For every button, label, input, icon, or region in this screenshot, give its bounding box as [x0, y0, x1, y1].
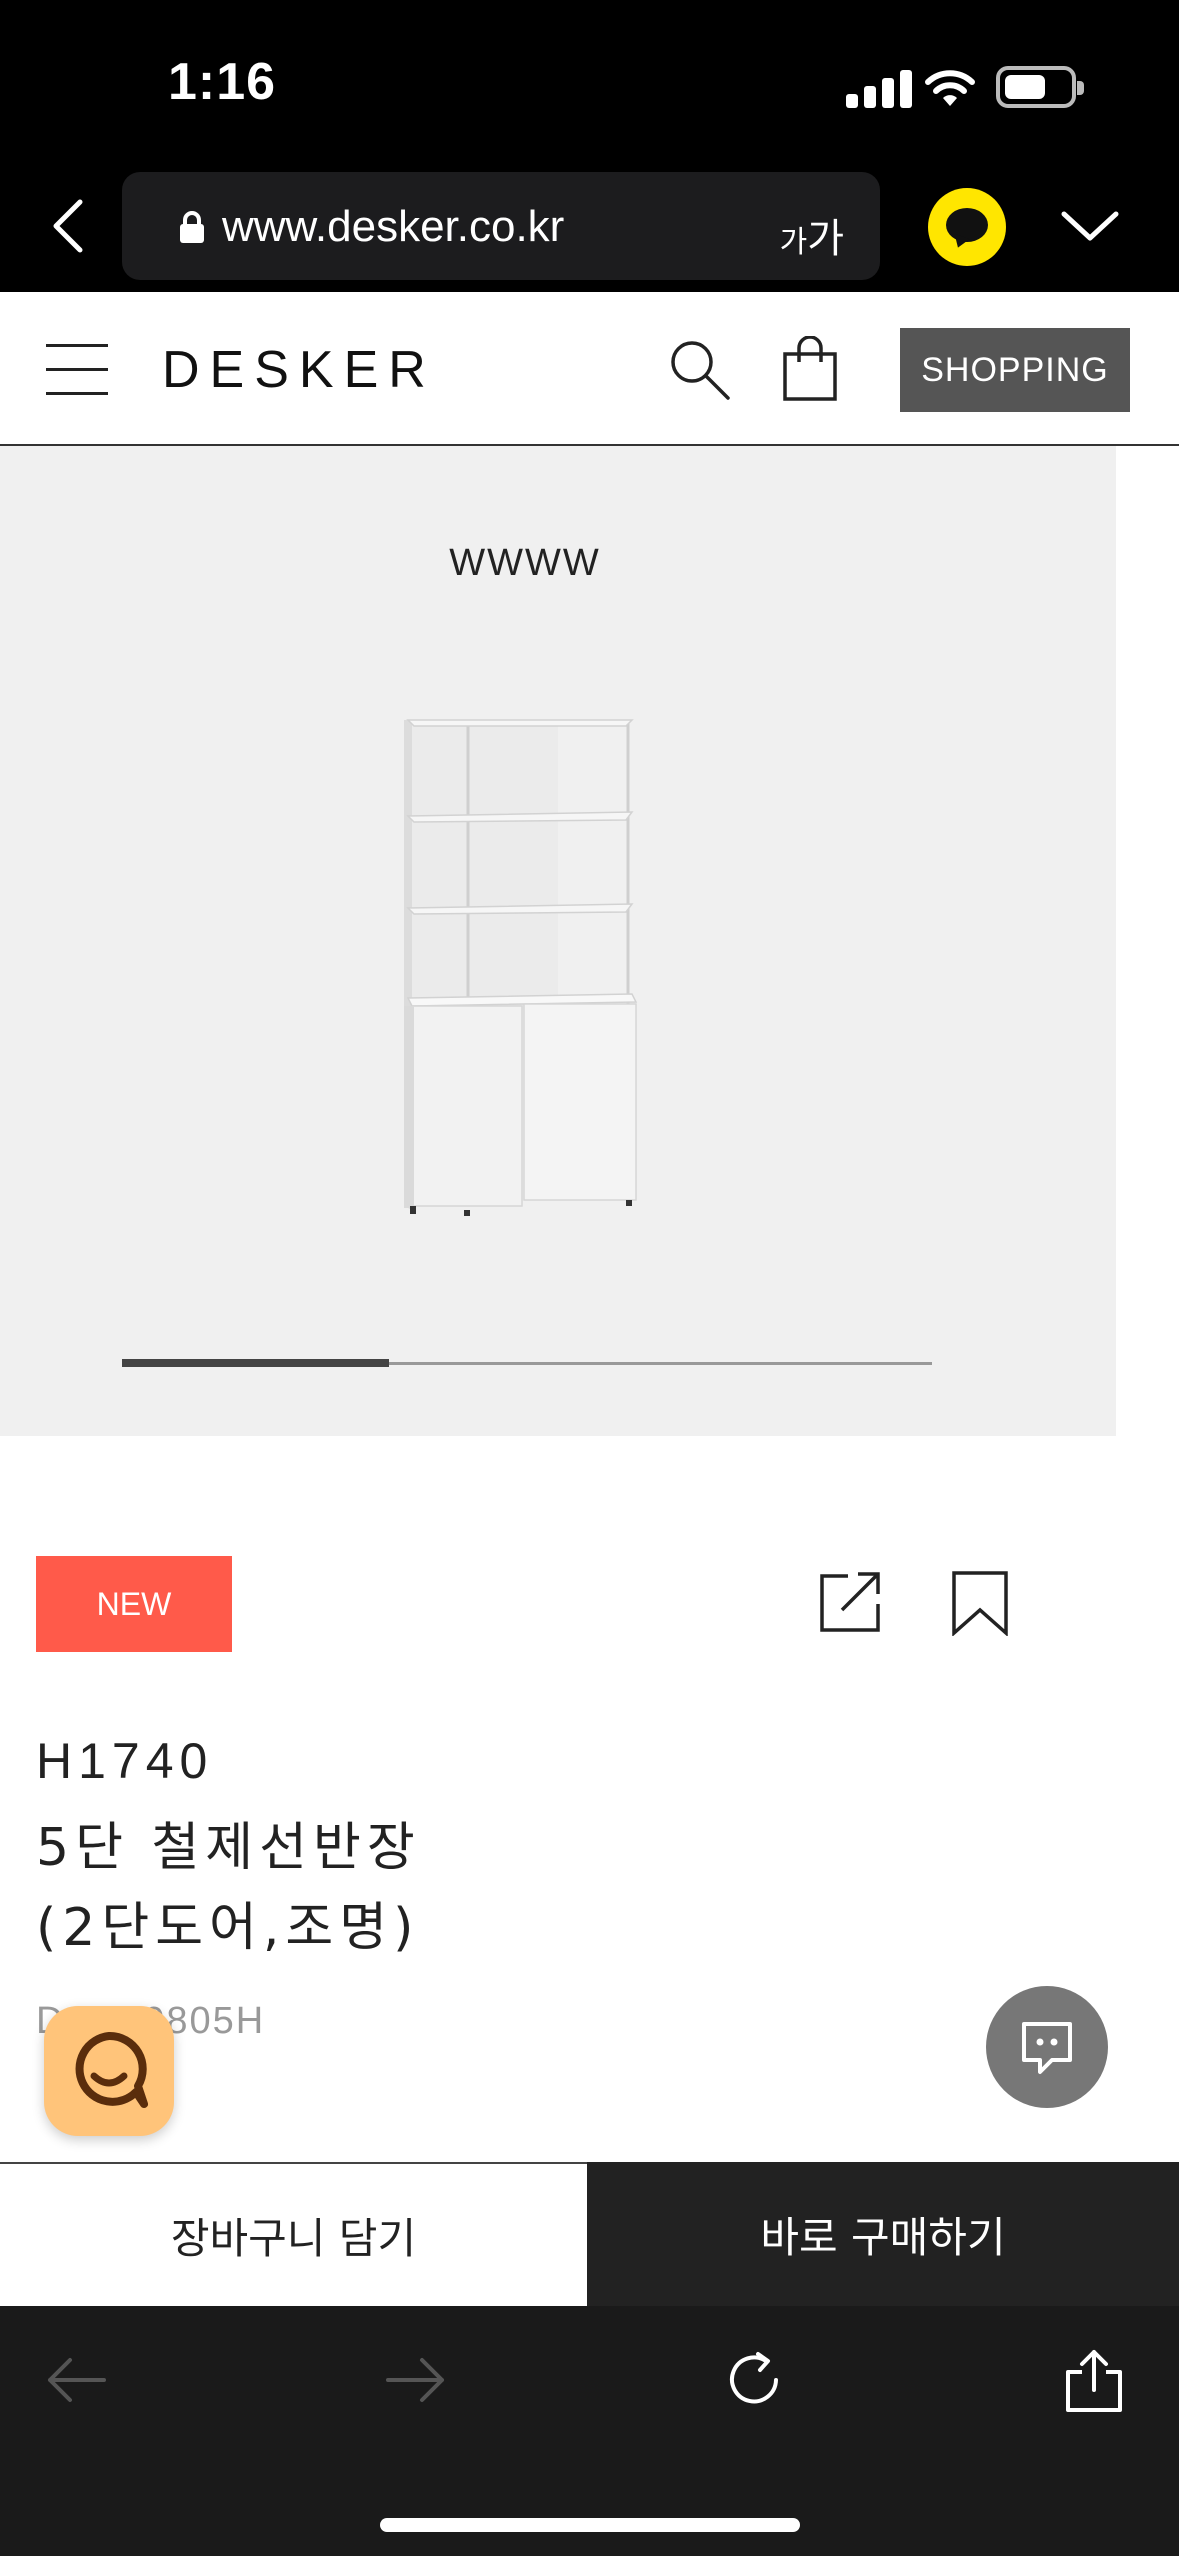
forward-arrow-icon[interactable]	[384, 2348, 448, 2412]
back-arrow-icon[interactable]	[44, 2348, 108, 2412]
product-name: 5단 철제선반장 (2단도어,조명)	[36, 1808, 421, 1968]
search-icon[interactable]	[668, 338, 732, 402]
url-text: www.desker.co.kr	[222, 202, 565, 251]
share-icon[interactable]	[818, 1570, 882, 1634]
gallery-progress-fill	[122, 1359, 390, 1367]
inquiry-chat-button[interactable]	[986, 1986, 1108, 2108]
address-bar[interactable]: www.desker.co.kr 가가	[122, 172, 880, 280]
buy-now-button[interactable]: 바로 구매하기	[587, 2162, 1179, 2306]
kakao-button[interactable]	[928, 188, 1006, 266]
chat-dots-icon	[1022, 2022, 1072, 2074]
text-size-large: 가	[807, 216, 844, 262]
text-size-button[interactable]: 가가	[780, 206, 844, 264]
site-header: DESKER SHOPPING	[0, 292, 1179, 446]
logo[interactable]: DESKER	[162, 340, 436, 400]
add-to-cart-button[interactable]: 장바구니 담기	[0, 2162, 587, 2306]
battery-icon	[996, 66, 1084, 108]
wifi-icon	[925, 70, 975, 106]
status-time: 1:16	[168, 53, 277, 111]
shopping-button[interactable]: SHOPPING	[900, 328, 1130, 412]
share-up-icon[interactable]	[1062, 2348, 1126, 2412]
chevron-down-icon[interactable]	[1058, 206, 1122, 246]
gallery-progress	[122, 1359, 932, 1367]
product-name-line1: 5단 철제선반장	[36, 1818, 421, 1878]
menu-icon[interactable]	[46, 344, 108, 396]
browser-toolbar	[0, 2306, 1179, 2556]
product-detail: WWWW NEW H1740 5단 철제선반장 (2단도어,조명)	[0, 446, 1179, 2162]
browser-back-chevron-icon[interactable]	[46, 196, 92, 256]
product-name-line2: (2단도어,조명)	[36, 1898, 420, 1958]
shopping-bag-icon[interactable]	[782, 336, 838, 402]
product-gallery[interactable]: WWWW	[0, 446, 1116, 1436]
lock-icon	[180, 211, 204, 243]
status-bar: 1:16	[0, 0, 1179, 160]
product-image	[404, 719, 638, 1216]
new-badge: NEW	[36, 1556, 232, 1652]
product-size: H1740	[36, 1733, 214, 1789]
chatbot-button[interactable]	[44, 2006, 174, 2136]
bookmark-icon[interactable]	[950, 1570, 1010, 1636]
smile-chat-icon	[75, 2031, 148, 2108]
signal-icon	[846, 70, 912, 108]
reload-icon[interactable]	[722, 2348, 786, 2412]
text-size-small: 가	[779, 225, 808, 260]
gallery-watermark: WWWW	[449, 542, 601, 584]
home-indicator	[380, 2518, 800, 2532]
